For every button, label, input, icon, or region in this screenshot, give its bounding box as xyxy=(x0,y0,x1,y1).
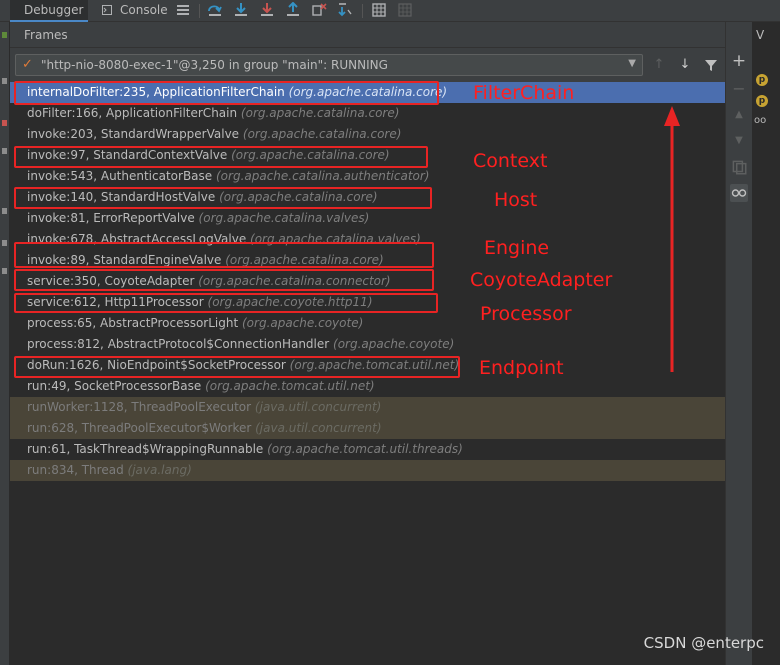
frame-package: (org.apache.catalina.core) xyxy=(242,127,402,141)
checkmark-icon: ✓ xyxy=(22,57,33,72)
annotation-box-coyoteadapter xyxy=(14,269,434,291)
frame-method: run:834, Thread xyxy=(27,463,124,477)
stack-frame-row[interactable]: process:812, AbstractProtocol$Connection… xyxy=(10,334,725,355)
frame-method: doFilter:166, ApplicationFilterChain xyxy=(27,106,238,120)
menu-icon[interactable] xyxy=(175,2,191,18)
force-step-into-icon[interactable] xyxy=(259,2,275,18)
frame-package: (org.apache.tomcat.util.threads) xyxy=(267,442,463,456)
add-watch-icon[interactable]: + xyxy=(730,52,748,70)
frame-method: runWorker:1128, ThreadPoolExecutor xyxy=(27,400,252,414)
filter-icon[interactable] xyxy=(703,57,719,73)
tab-debugger[interactable]: Debugger xyxy=(10,0,88,22)
tab-console[interactable]: Console xyxy=(100,0,170,22)
step-over-icon[interactable] xyxy=(207,2,223,18)
annotation-box-endpoint xyxy=(14,356,460,378)
thread-dropdown-value: "http-nio-8080-exec-1"@3,250 in group "m… xyxy=(41,58,388,72)
toolbar-separator xyxy=(362,4,363,18)
frame-package: (org.apache.catalina.valves) xyxy=(198,211,370,225)
variables-panel: V p p oo xyxy=(752,22,780,665)
left-tool-strip xyxy=(0,22,10,665)
frame-package: (org.apache.coyote) xyxy=(242,316,364,330)
strip-marker[interactable] xyxy=(2,148,7,154)
variable-badge[interactable]: p xyxy=(756,95,768,107)
frame-method: process:812, AbstractProtocol$Connection… xyxy=(27,337,330,351)
tab-console-label: Console xyxy=(120,3,168,17)
strip-marker[interactable] xyxy=(2,208,7,214)
stack-frame-row[interactable]: run:49, SocketProcessorBase (org.apache.… xyxy=(10,376,725,397)
stop-marker[interactable] xyxy=(2,120,7,126)
annotation-up-arrow xyxy=(664,106,680,372)
remove-watch-icon[interactable]: − xyxy=(730,80,748,98)
chevron-down-icon: ▼ xyxy=(628,58,636,69)
frame-method: run:49, SocketProcessorBase xyxy=(27,379,202,393)
strip-marker[interactable] xyxy=(2,268,7,274)
variable-badge[interactable]: p xyxy=(756,74,768,86)
frame-package: (java.util.concurrent) xyxy=(255,421,382,435)
stack-frame-row[interactable]: invoke:81, ErrorReportValve (org.apache.… xyxy=(10,208,725,229)
console-icon xyxy=(102,5,112,15)
stack-frame-row[interactable]: run:628, ThreadPoolExecutor$Worker (java… xyxy=(10,418,725,439)
move-down-icon[interactable]: ▼ xyxy=(730,132,748,150)
evaluate-icon[interactable] xyxy=(371,2,387,18)
glasses-icon xyxy=(731,189,747,197)
annotation-box-processor xyxy=(14,293,438,313)
frame-method: process:65, AbstractProcessorLight xyxy=(27,316,239,330)
stack-frame-row[interactable]: invoke:543, AuthenticatorBase (org.apach… xyxy=(10,166,725,187)
step-out-icon[interactable] xyxy=(285,2,301,18)
stack-frame-row[interactable]: process:65, AbstractProcessorLight (org.… xyxy=(10,313,725,334)
frame-package: (java.util.concurrent) xyxy=(254,400,382,414)
stack-frame-row[interactable]: run:61, TaskThread$WrappingRunnable (org… xyxy=(10,439,725,460)
strip-marker[interactable] xyxy=(2,78,7,84)
show-watches-toggle[interactable] xyxy=(730,184,748,202)
frames-panel-header: Frames xyxy=(10,22,725,48)
stack-frame-row[interactable]: runWorker:1128, ThreadPoolExecutor (java… xyxy=(10,397,725,418)
more-icon[interactable] xyxy=(397,2,413,18)
drop-frame-icon[interactable] xyxy=(311,2,327,18)
frame-method: invoke:81, ErrorReportValve xyxy=(27,211,195,225)
copy-icon[interactable] xyxy=(730,158,748,176)
annotation-label: Processor xyxy=(480,303,572,325)
frames-title: Frames xyxy=(24,28,68,42)
variables-title: V xyxy=(756,28,765,42)
frame-method: invoke:543, AuthenticatorBase xyxy=(27,169,213,183)
debugger-toolbar: Debugger Console xyxy=(0,0,780,22)
annotation-label: Endpoint xyxy=(479,357,564,379)
stack-frame-row[interactable]: invoke:203, StandardWrapperValve (org.ap… xyxy=(10,124,725,145)
stack-frame-row[interactable]: doFilter:166, ApplicationFilterChain (or… xyxy=(10,103,725,124)
step-into-icon[interactable] xyxy=(233,2,249,18)
resume-marker[interactable] xyxy=(2,32,7,38)
annotation-box-filterchain xyxy=(14,81,439,105)
glasses-icon[interactable]: oo xyxy=(754,115,766,126)
annotation-label: FilterChain xyxy=(473,82,575,104)
frame-method: invoke:203, StandardWrapperValve xyxy=(27,127,240,141)
run-to-cursor-icon[interactable] xyxy=(337,2,353,18)
annotation-label: Host xyxy=(494,189,538,211)
arrow-up-icon[interactable]: ↑ xyxy=(651,57,667,73)
thread-dropdown[interactable]: ✓ "http-nio-8080-exec-1"@3,250 in group … xyxy=(15,54,643,76)
annotation-label: Engine xyxy=(484,237,550,259)
frame-method: run:628, ThreadPoolExecutor$Worker xyxy=(27,421,252,435)
variables-toolbar: + − ▲ ▼ xyxy=(726,22,752,665)
stack-frame-row[interactable]: run:834, Thread (java.lang) xyxy=(10,460,725,481)
frame-package: (org.apache.tomcat.util.net) xyxy=(205,379,375,393)
frame-package: (org.apache.catalina.authenticator) xyxy=(216,169,430,183)
annotation-box-context xyxy=(14,146,428,168)
annotation-label: Context xyxy=(473,150,548,172)
frame-package: (java.lang) xyxy=(127,463,192,477)
strip-marker[interactable] xyxy=(2,240,7,246)
frame-package: (org.apache.coyote) xyxy=(333,337,455,351)
frame-method: run:61, TaskThread$WrappingRunnable xyxy=(27,442,264,456)
watermark: CSDN @enterpc xyxy=(643,634,764,652)
annotation-box-engine xyxy=(14,242,434,268)
frame-package: (org.apache.catalina.core) xyxy=(240,106,400,120)
move-up-icon[interactable]: ▲ xyxy=(730,106,748,124)
annotation-label: CoyoteAdapter xyxy=(470,269,613,291)
arrow-down-icon[interactable]: ↓ xyxy=(677,57,693,73)
thread-selector-row: ✓ "http-nio-8080-exec-1"@3,250 in group … xyxy=(10,48,725,82)
annotation-box-host xyxy=(14,187,432,209)
toolbar-separator xyxy=(199,4,200,18)
